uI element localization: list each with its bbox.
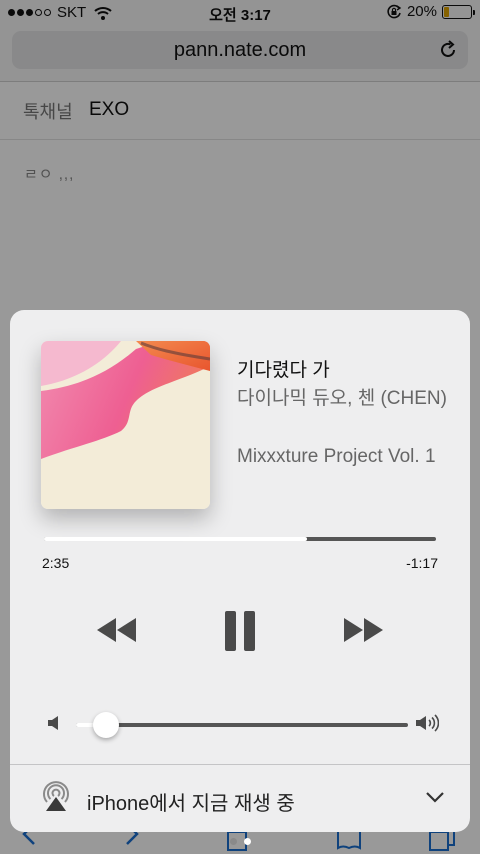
now-playing-card: 기다렸다 가 다이나믹 듀오, 첸 (CHEN) Mixxxture Proje… xyxy=(10,310,470,832)
playback-progress xyxy=(44,537,307,541)
chevron-down-icon[interactable] xyxy=(425,791,445,803)
card-divider xyxy=(10,764,470,765)
airplay-label[interactable]: iPhone에서 지금 재생 중 xyxy=(87,787,295,816)
pause-icon[interactable] xyxy=(223,610,257,652)
page-dot-active[interactable] xyxy=(243,838,251,845)
page-dot[interactable] xyxy=(229,838,237,845)
song-album[interactable]: Mixxxture Project Vol. 1 xyxy=(237,443,452,470)
time-remaining: -1:17 xyxy=(406,555,438,571)
airplay-icon[interactable] xyxy=(39,780,73,812)
page-indicator xyxy=(0,838,480,845)
volume-slider[interactable] xyxy=(76,723,408,727)
volume-knob[interactable] xyxy=(92,712,119,738)
playback-scrubber[interactable] xyxy=(44,537,436,541)
fast-forward-icon[interactable] xyxy=(341,616,385,644)
volume-high-icon xyxy=(416,714,439,732)
song-artist[interactable]: 다이나믹 듀오, 첸 (CHEN) xyxy=(237,385,452,412)
time-elapsed: 2:35 xyxy=(42,555,70,571)
rewind-icon[interactable] xyxy=(95,616,139,644)
album-artwork[interactable] xyxy=(41,341,210,509)
volume-low-icon xyxy=(48,716,58,730)
song-title[interactable]: 기다렸다 가 xyxy=(237,355,330,382)
